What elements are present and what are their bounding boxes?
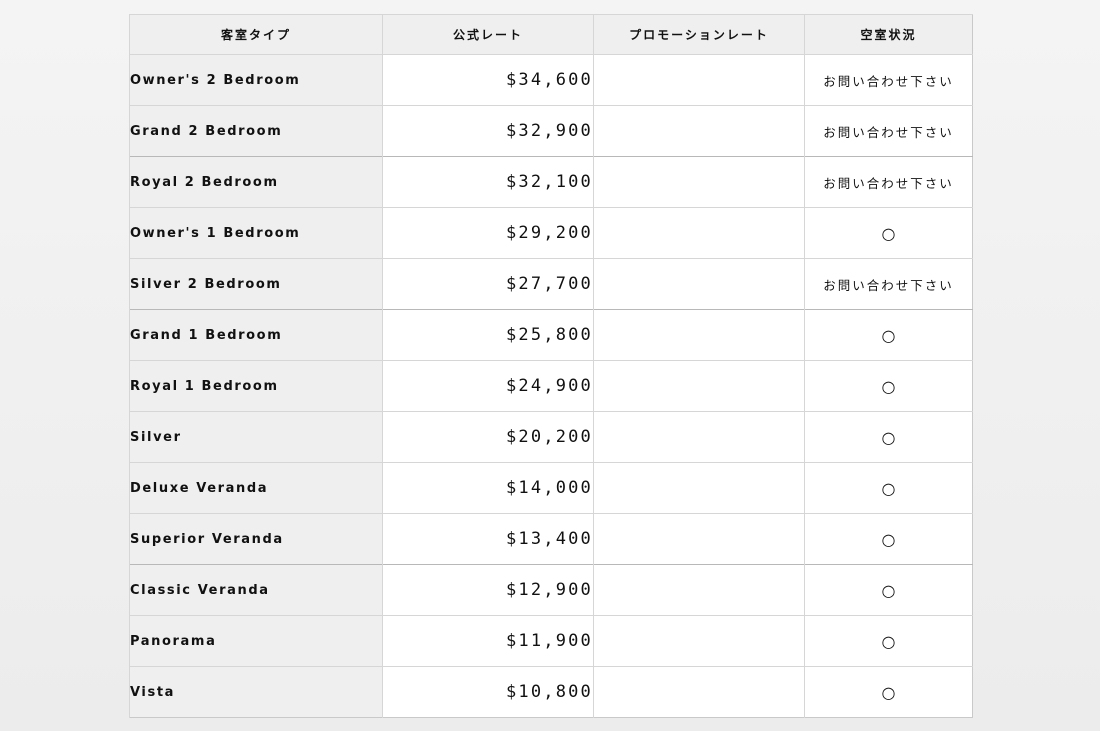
promo-rate-cell xyxy=(593,360,805,412)
room-type-cell: Owner's 1 Bedroom xyxy=(129,207,383,259)
table-row: Grand 2 Bedroom $32,900 お問い合わせ下さい xyxy=(129,105,973,157)
availability-cell: お問い合わせ下さい xyxy=(804,156,973,208)
availability-cell: お問い合わせ下さい xyxy=(804,258,973,310)
availability-cell: お問い合わせ下さい xyxy=(804,54,973,106)
availability-cell: ○ xyxy=(804,564,973,616)
room-type-cell: Grand 1 Bedroom xyxy=(129,309,383,361)
table-row: Silver $20,200 ○ xyxy=(129,411,973,463)
header-official-rate: 公式レート xyxy=(382,14,594,55)
promo-rate-cell xyxy=(593,615,805,667)
promo-rate-cell xyxy=(593,513,805,565)
header-room-type: 客室タイプ xyxy=(129,14,383,55)
table-row: Owner's 1 Bedroom $29,200 ○ xyxy=(129,207,973,259)
official-rate-cell: $32,900 xyxy=(382,105,594,157)
official-rate-cell: $34,600 xyxy=(382,54,594,106)
official-rate-cell: $12,900 xyxy=(382,564,594,616)
table-row: Deluxe Veranda $14,000 ○ xyxy=(129,462,973,514)
promo-rate-cell xyxy=(593,207,805,259)
room-type-cell: Deluxe Veranda xyxy=(129,462,383,514)
availability-cell: ○ xyxy=(804,309,973,361)
promo-rate-cell xyxy=(593,411,805,463)
official-rate-cell: $13,400 xyxy=(382,513,594,565)
room-type-cell: Vista xyxy=(129,666,383,718)
availability-cell: お問い合わせ下さい xyxy=(804,105,973,157)
room-type-cell: Royal 2 Bedroom xyxy=(129,156,383,208)
table-row: Royal 1 Bedroom $24,900 ○ xyxy=(129,360,973,412)
header-promo-rate: プロモーションレート xyxy=(593,14,805,55)
room-type-cell: Silver 2 Bedroom xyxy=(129,258,383,310)
promo-rate-cell xyxy=(593,54,805,106)
table-row: Superior Veranda $13,400 ○ xyxy=(129,513,973,565)
official-rate-cell: $29,200 xyxy=(382,207,594,259)
official-rate-cell: $20,200 xyxy=(382,411,594,463)
official-rate-cell: $10,800 xyxy=(382,666,594,718)
room-type-cell: Superior Veranda xyxy=(129,513,383,565)
table-header-row: 客室タイプ 公式レート プロモーションレート 空室状況 xyxy=(129,14,973,55)
rate-table-container: 客室タイプ 公式レート プロモーションレート 空室状況 Owner's 2 Be… xyxy=(129,14,973,718)
room-type-cell: Panorama xyxy=(129,615,383,667)
availability-cell: ○ xyxy=(804,462,973,514)
promo-rate-cell xyxy=(593,156,805,208)
availability-cell: ○ xyxy=(804,513,973,565)
promo-rate-cell xyxy=(593,105,805,157)
table-row: Owner's 2 Bedroom $34,600 お問い合わせ下さい xyxy=(129,54,973,106)
header-availability: 空室状況 xyxy=(804,14,973,55)
table-row: Panorama $11,900 ○ xyxy=(129,615,973,667)
table-row: Silver 2 Bedroom $27,700 お問い合わせ下さい xyxy=(129,258,973,310)
promo-rate-cell xyxy=(593,462,805,514)
official-rate-cell: $32,100 xyxy=(382,156,594,208)
official-rate-cell: $27,700 xyxy=(382,258,594,310)
room-type-cell: Owner's 2 Bedroom xyxy=(129,54,383,106)
promo-rate-cell xyxy=(593,258,805,310)
official-rate-cell: $11,900 xyxy=(382,615,594,667)
promo-rate-cell xyxy=(593,564,805,616)
availability-cell: ○ xyxy=(804,666,973,718)
room-type-cell: Royal 1 Bedroom xyxy=(129,360,383,412)
availability-cell: ○ xyxy=(804,411,973,463)
room-type-cell: Classic Veranda xyxy=(129,564,383,616)
table-row: Grand 1 Bedroom $25,800 ○ xyxy=(129,309,973,361)
table-row: Classic Veranda $12,900 ○ xyxy=(129,564,973,616)
official-rate-cell: $24,900 xyxy=(382,360,594,412)
availability-cell: ○ xyxy=(804,207,973,259)
room-type-cell: Silver xyxy=(129,411,383,463)
availability-cell: ○ xyxy=(804,615,973,667)
promo-rate-cell xyxy=(593,309,805,361)
table-row: Royal 2 Bedroom $32,100 お問い合わせ下さい xyxy=(129,156,973,208)
official-rate-cell: $14,000 xyxy=(382,462,594,514)
room-type-cell: Grand 2 Bedroom xyxy=(129,105,383,157)
availability-cell: ○ xyxy=(804,360,973,412)
promo-rate-cell xyxy=(593,666,805,718)
official-rate-cell: $25,800 xyxy=(382,309,594,361)
rate-table: 客室タイプ 公式レート プロモーションレート 空室状況 Owner's 2 Be… xyxy=(129,14,973,718)
table-row: Vista $10,800 ○ xyxy=(129,666,973,718)
